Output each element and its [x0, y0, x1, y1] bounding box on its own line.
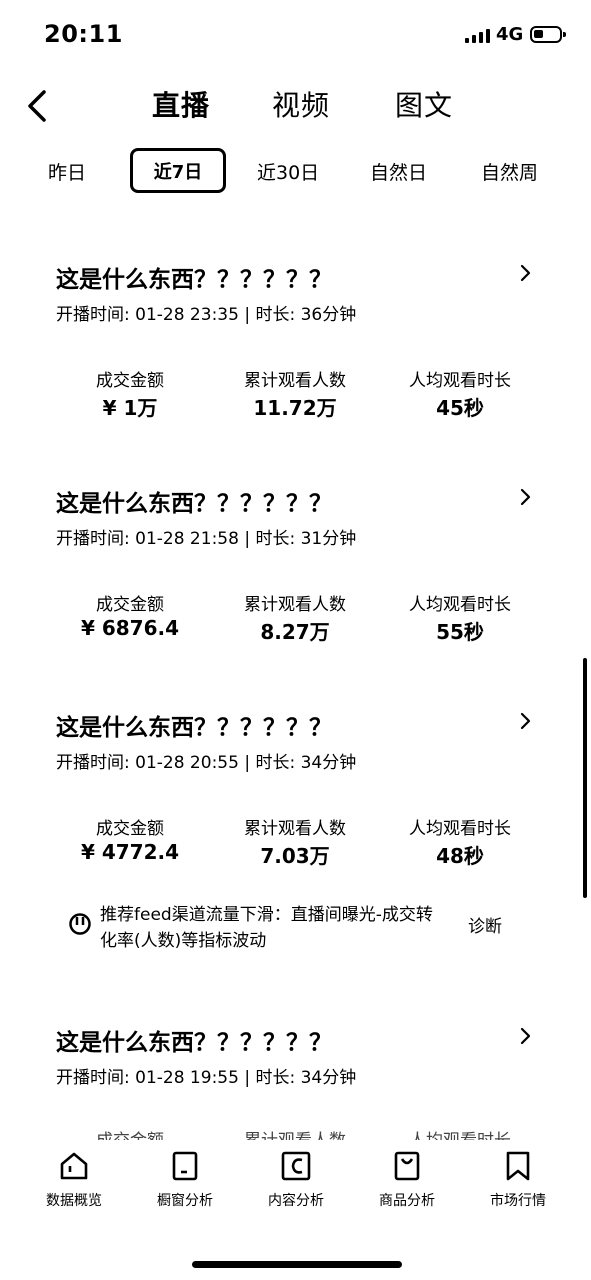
metric-value: ¥ 4772.4	[80, 840, 180, 864]
range-natural-day[interactable]: 自然日	[370, 158, 427, 185]
nav-market[interactable]: 市场行情	[468, 1150, 568, 1210]
nav-product-analysis[interactable]: 商品分析	[357, 1150, 457, 1210]
nav-label: 市场行情	[490, 1193, 546, 1209]
metric-label: 累计观看人数	[244, 371, 346, 391]
metric-value: 8.27万	[260, 620, 330, 644]
nav-label: 橱窗分析	[157, 1193, 213, 1209]
chevron-right-icon[interactable]	[516, 1027, 534, 1045]
metric-label: 人均观看时长	[409, 819, 511, 839]
metric-label: 累计观看人数	[220, 1126, 370, 1140]
status-time: 20:11	[44, 20, 123, 48]
metric-label: 成交金额	[55, 1126, 205, 1140]
metric-value: 45秒	[436, 396, 484, 420]
metric-value: 48秒	[436, 844, 484, 868]
card-title[interactable]: 这是什么东西？？？？？？	[56, 1023, 332, 1057]
metric-label: 成交金额	[96, 371, 164, 391]
metric-label: 累计观看人数	[244, 819, 346, 839]
nav-label: 数据概览	[46, 1193, 102, 1209]
card-meta: 开播时间: 01-28 19:55 | 时长: 34分钟	[56, 1068, 357, 1088]
diagnosis-tip-text: 推荐feed渠道流量下滑：直播间曝光-成交转化率(人数)等指标波动	[100, 905, 433, 951]
tab-video[interactable]: 视频	[272, 84, 330, 124]
card-title[interactable]: 这是什么东西？？？？？？	[56, 484, 332, 518]
nav-data-overview[interactable]: 数据概览	[24, 1150, 124, 1210]
home-indicator	[192, 1261, 402, 1268]
tab-image-text[interactable]: 图文	[395, 84, 453, 124]
metric-label: 人均观看时长	[409, 371, 511, 391]
nav-content-analysis[interactable]: 内容分析	[246, 1150, 346, 1210]
network-type: 4G	[496, 24, 524, 45]
status-bar: 20:11 4G	[0, 0, 591, 70]
card-meta: 开播时间: 01-28 20:55 | 时长: 34分钟	[56, 753, 357, 773]
metric-value: ¥ 6876.4	[80, 616, 180, 640]
card-title[interactable]: 这是什么东西？？？？？？	[56, 260, 332, 294]
chevron-right-icon[interactable]	[516, 712, 534, 730]
nav-label: 商品分析	[379, 1193, 435, 1209]
home-icon	[60, 1152, 88, 1180]
range-natural-week[interactable]: 自然周	[481, 158, 538, 185]
phone-icon	[172, 1151, 198, 1181]
shopping-bag-icon	[394, 1151, 420, 1181]
metric-label: 成交金额	[96, 819, 164, 839]
bookmark-icon	[506, 1151, 530, 1181]
content-icon	[281, 1151, 311, 1181]
chevron-right-icon[interactable]	[516, 488, 534, 506]
range-7days[interactable]: 近7日	[130, 148, 226, 193]
metric-value: 11.72万	[253, 396, 337, 420]
diagnose-button[interactable]: 诊断	[468, 912, 502, 937]
metric-label: 人均观看时长	[385, 1126, 535, 1140]
chevron-right-icon[interactable]	[516, 264, 534, 282]
card-title[interactable]: 这是什么东西？？？？？？	[56, 708, 332, 742]
metric-value: 55秒	[436, 620, 484, 644]
tab-live[interactable]: 直播	[152, 84, 210, 124]
nav-showcase-analysis[interactable]: 橱窗分析	[135, 1150, 235, 1210]
alert-icon	[69, 913, 91, 935]
back-arrow-icon[interactable]	[22, 86, 62, 126]
signal-icon	[465, 29, 490, 43]
range-yesterday[interactable]: 昨日	[48, 158, 86, 185]
card-meta: 开播时间: 01-28 23:35 | 时长: 36分钟	[56, 305, 357, 325]
metric-value: 7.03万	[260, 844, 330, 868]
metric-label: 累计观看人数	[244, 595, 346, 615]
metric-value: ¥ 1万	[102, 396, 158, 420]
scrollbar[interactable]	[583, 658, 587, 898]
metric-label: 成交金额	[96, 595, 164, 615]
range-30days[interactable]: 近30日	[257, 158, 319, 185]
card-meta: 开播时间: 01-28 21:58 | 时长: 31分钟	[56, 529, 357, 549]
metric-label: 人均观看时长	[409, 595, 511, 615]
battery-icon	[530, 26, 566, 43]
nav-label: 内容分析	[268, 1193, 324, 1209]
